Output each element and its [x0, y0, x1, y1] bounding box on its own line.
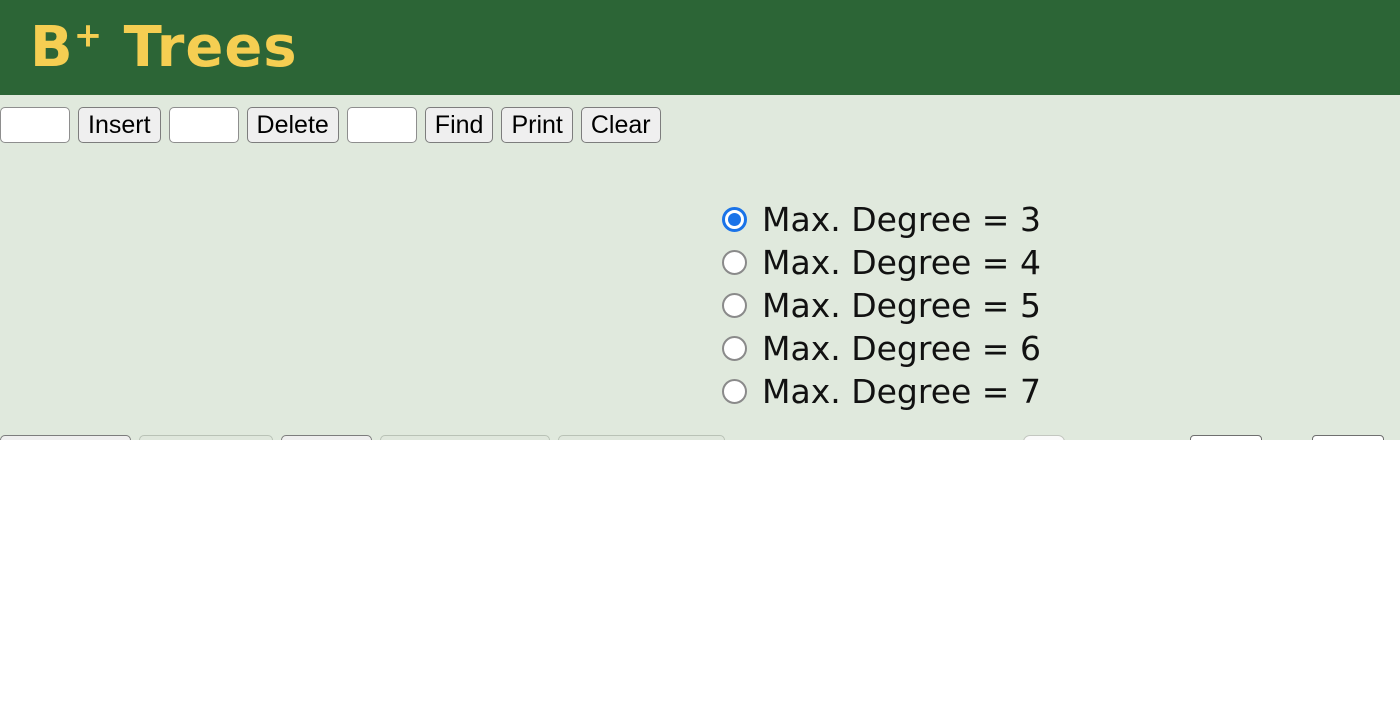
radio-label: Max. Degree = 5 — [762, 286, 1041, 325]
radio-indicator-icon[interactable] — [722, 207, 747, 232]
radio-option-degree-3[interactable]: Max. Degree = 3 — [722, 198, 1041, 241]
insert-button[interactable]: Insert — [78, 107, 161, 143]
radio-label: Max. Degree = 7 — [762, 372, 1041, 411]
app-header: B+ Trees — [0, 0, 1400, 95]
max-degree-radio-group: Max. Degree = 3 Max. Degree = 4 Max. Deg… — [722, 198, 1041, 413]
control-panel: Insert Delete Find Print Clear Max. Degr… — [0, 95, 1400, 513]
operations-row: Insert Delete Find Print Clear — [0, 107, 669, 143]
radio-indicator-icon[interactable] — [722, 293, 747, 318]
find-button[interactable]: Find — [424, 107, 494, 143]
print-button[interactable]: Print — [501, 107, 573, 143]
radio-option-degree-6[interactable]: Max. Degree = 6 — [722, 327, 1041, 370]
insert-input[interactable] — [0, 107, 70, 143]
clear-button[interactable]: Clear — [580, 107, 661, 143]
delete-input[interactable] — [168, 107, 239, 143]
radio-label: Max. Degree = 3 — [762, 200, 1041, 239]
radio-option-degree-7[interactable]: Max. Degree = 7 — [722, 370, 1041, 413]
radio-indicator-icon[interactable] — [722, 379, 747, 404]
page-title: B+ Trees — [30, 18, 298, 76]
radio-indicator-icon[interactable] — [722, 250, 747, 275]
radio-indicator-icon[interactable] — [722, 336, 747, 361]
find-input[interactable] — [346, 107, 417, 143]
radio-option-degree-5[interactable]: Max. Degree = 5 — [722, 284, 1041, 327]
radio-label: Max. Degree = 4 — [762, 243, 1041, 282]
radio-label: Max. Degree = 6 — [762, 329, 1041, 368]
page-title-superscript: + — [73, 14, 104, 55]
radio-option-degree-4[interactable]: Max. Degree = 4 — [722, 241, 1041, 284]
tree-canvas[interactable]: 0003 0010 0002 0004 0011 0012 0001 0002 … — [0, 440, 1400, 719]
page-title-main: B — [30, 14, 74, 80]
delete-button[interactable]: Delete — [246, 107, 339, 143]
page-title-rest: Trees — [103, 14, 298, 80]
tree-links — [0, 440, 1400, 719]
